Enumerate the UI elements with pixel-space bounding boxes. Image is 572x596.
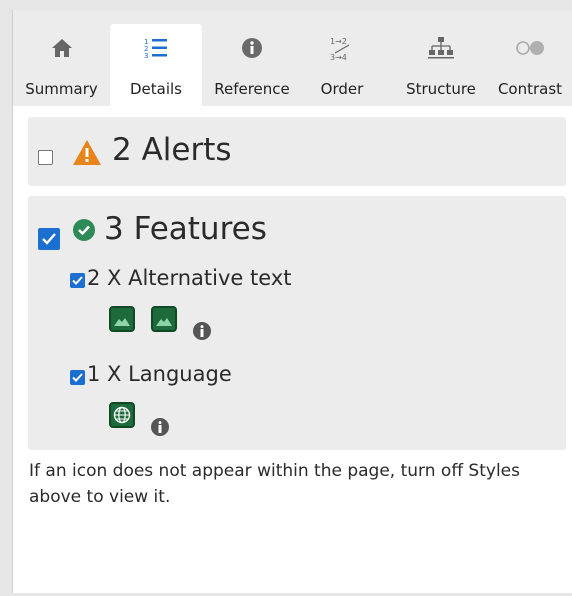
features-title: 3 Features <box>104 211 267 247</box>
language-label: 1 X Language <box>87 362 232 386</box>
tab-structure[interactable]: Structure <box>395 24 487 106</box>
tab-details[interactable]: 1 2 3 Details <box>110 24 202 106</box>
features-section: 3 Features 2 X Alternative text 1 X Lang… <box>28 196 566 450</box>
globe-icon[interactable] <box>109 402 135 428</box>
tab-summary-label: Summary <box>25 80 98 98</box>
tab-reference-label: Reference <box>214 80 290 98</box>
alerts-checkbox[interactable] <box>38 150 53 165</box>
info-icon[interactable] <box>193 322 211 340</box>
tab-details-label: Details <box>129 80 182 98</box>
info-icon[interactable] <box>151 418 169 436</box>
tab-order[interactable]: 1→2 3→4 Order <box>302 24 382 106</box>
warning-icon <box>72 139 102 170</box>
list-icon: 1 2 3 <box>144 30 168 66</box>
tab-contrast[interactable]: Contrast <box>487 24 572 106</box>
tab-reference[interactable]: Reference <box>202 24 302 106</box>
image-icon[interactable] <box>109 306 135 332</box>
tab-contrast-label: Contrast <box>497 80 563 98</box>
alt-text-label: 2 X Alternative text <box>87 266 292 290</box>
alerts-section: 2 Alerts <box>28 117 566 186</box>
language-checkbox[interactable] <box>70 370 85 385</box>
info-icon <box>241 30 263 66</box>
tab-order-label: Order <box>320 80 364 98</box>
help-note: If an icon does not appear within the pa… <box>29 461 520 507</box>
alt-text-checkbox[interactable] <box>70 273 85 288</box>
features-checkbox[interactable] <box>38 228 60 250</box>
details-panel: Summary 1 2 3 Details Reference 1→2 3→4 … <box>12 10 572 593</box>
svg-text:3: 3 <box>144 52 148 60</box>
tab-structure-label: Structure <box>406 80 476 98</box>
order-icon: 1→2 3→4 <box>327 30 357 66</box>
svg-text:3→4: 3→4 <box>330 53 347 62</box>
home-icon <box>51 30 73 66</box>
tab-summary[interactable]: Summary <box>13 24 110 106</box>
svg-text:1→2: 1→2 <box>330 37 347 46</box>
image-icon[interactable] <box>151 306 177 332</box>
check-circle-icon <box>73 219 95 245</box>
alerts-title: 2 Alerts <box>112 132 232 168</box>
tab-bar: Summary 1 2 3 Details Reference 1→2 3→4 … <box>13 10 572 106</box>
contrast-icon <box>515 30 545 66</box>
structure-icon <box>428 30 454 66</box>
